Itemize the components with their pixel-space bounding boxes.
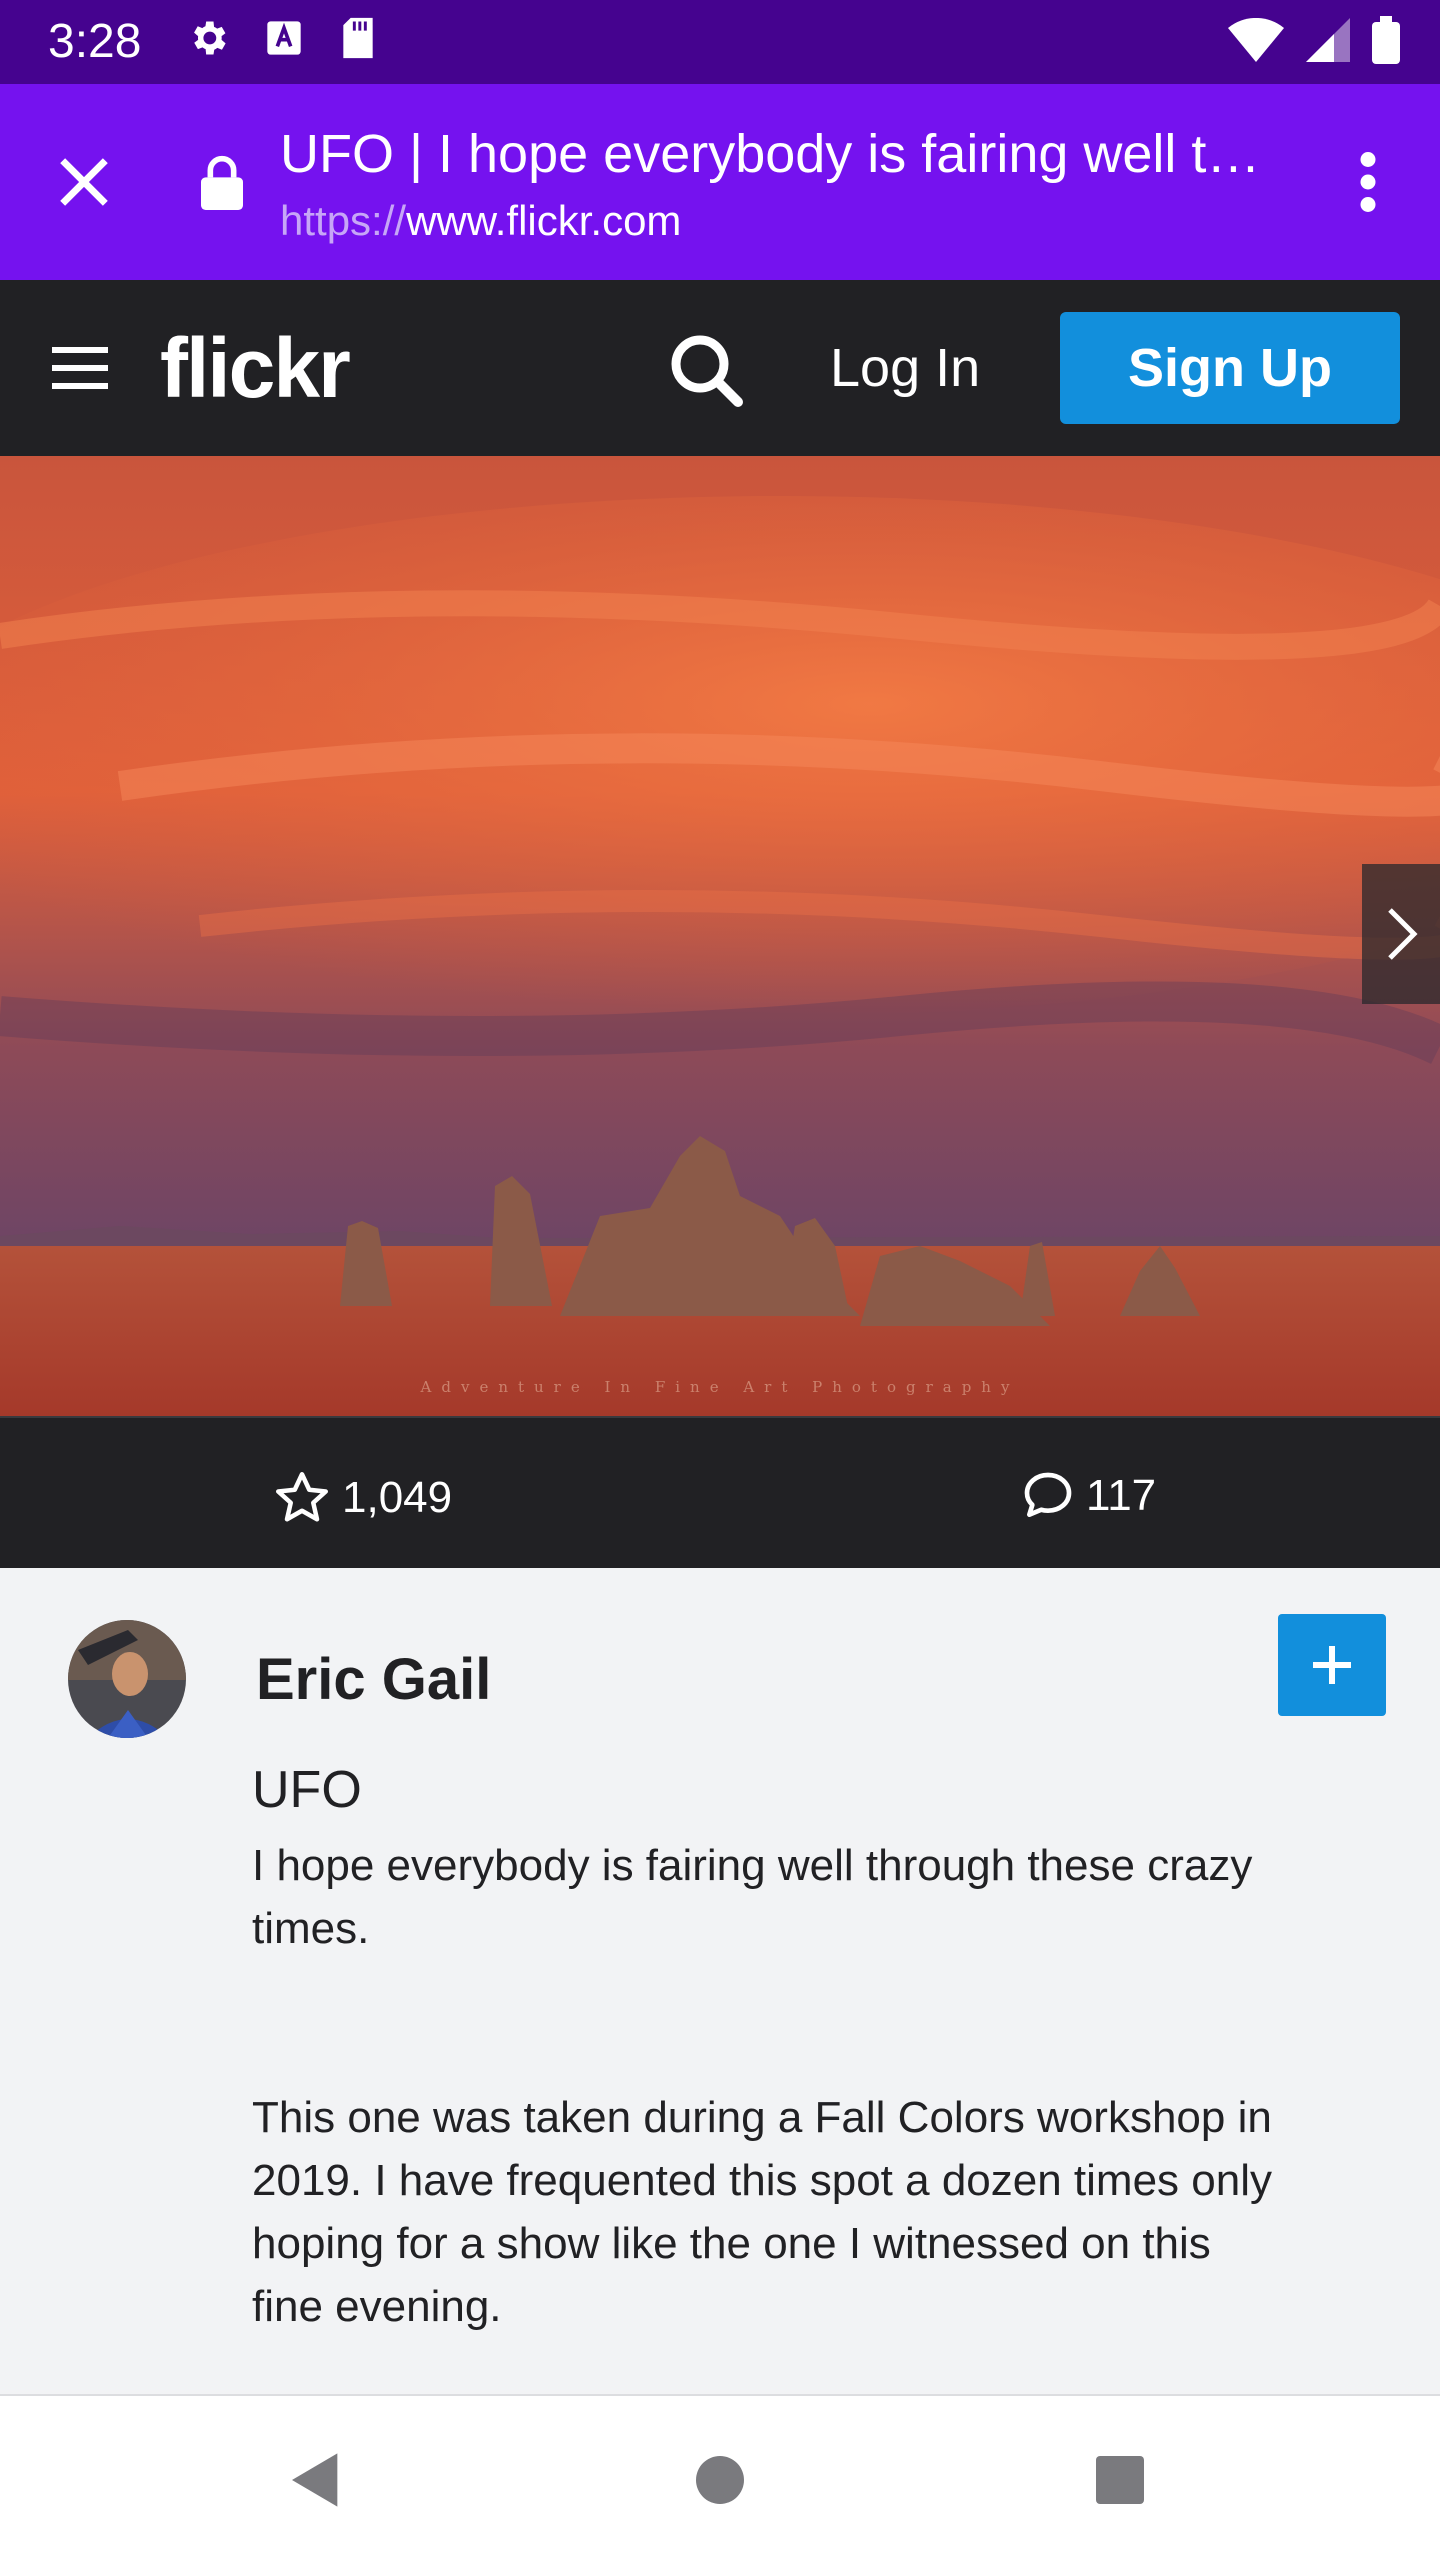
page-url: https://www.flickr.com xyxy=(280,196,681,246)
battery-icon xyxy=(1372,16,1400,64)
chevron-right-icon xyxy=(1388,908,1418,960)
flickr-logo[interactable]: flickr xyxy=(160,318,351,418)
status-icons-left xyxy=(186,16,378,60)
back-icon[interactable] xyxy=(284,2448,348,2512)
sd-card-icon xyxy=(343,17,373,59)
owner-name[interactable]: Eric Gail xyxy=(256,1646,491,1714)
description-paragraph: I hope everybody is fairing well through… xyxy=(252,1841,1253,1953)
a-icon xyxy=(267,21,301,55)
lock-icon xyxy=(201,155,243,210)
photo-info-section: Eric Gail UFO I hope everybody is fairin… xyxy=(0,1568,1440,2394)
hamburger-menu-icon[interactable] xyxy=(52,344,108,392)
status-time: 3:28 xyxy=(48,15,142,68)
description-paragraph: This one was taken during a Fall Colors … xyxy=(252,2093,1272,2331)
url-host: www.flickr.com xyxy=(406,197,682,244)
avatar[interactable] xyxy=(68,1620,186,1738)
faves-count: 1,049 xyxy=(342,1473,453,1522)
close-icon[interactable] xyxy=(52,150,116,214)
url-scheme: https:// xyxy=(280,197,407,244)
system-nav-bar xyxy=(0,2394,1440,2560)
page-title: UFO | I hope everybody is fairing well t… xyxy=(280,124,1261,184)
search-icon[interactable] xyxy=(666,330,746,410)
photo-description: I hope everybody is fairing well through… xyxy=(252,1834,1292,2464)
status-icons-right xyxy=(1228,16,1400,64)
photo-title: UFO xyxy=(252,1761,362,1819)
avatar-image xyxy=(68,1620,186,1738)
site-header: flickr Log In Sign Up xyxy=(0,280,1440,456)
photo-stats-bar: 1,049 117 xyxy=(0,1416,1440,1568)
comments-stat[interactable]: 117 xyxy=(1020,1468,1156,1524)
recents-icon[interactable] xyxy=(1088,2448,1152,2512)
photo-watermark: Adventure In Fine Art Photography xyxy=(420,1378,1020,1396)
plus-icon xyxy=(1313,1646,1351,1684)
follow-button[interactable] xyxy=(1278,1614,1386,1716)
custom-tab-bar: UFO | I hope everybody is fairing well t… xyxy=(0,84,1440,280)
photo-image: Adventure In Fine Art Photography xyxy=(0,456,1440,1416)
main-photo[interactable]: Adventure In Fine Art Photography xyxy=(0,456,1440,1416)
home-icon[interactable] xyxy=(688,2448,752,2512)
wifi-icon xyxy=(1228,18,1284,62)
gear-icon xyxy=(194,21,226,55)
signup-button[interactable]: Sign Up xyxy=(1060,312,1400,424)
comments-count: 117 xyxy=(1086,1471,1157,1520)
faves-stat[interactable]: 1,049 xyxy=(272,1468,452,1528)
signal-icon xyxy=(1306,18,1350,62)
status-bar: 3:28 xyxy=(0,0,1440,84)
next-photo-button[interactable] xyxy=(1362,864,1440,1004)
star-icon xyxy=(276,1472,328,1522)
login-link[interactable]: Log In xyxy=(830,334,980,402)
comment-icon xyxy=(1024,1472,1072,1517)
more-menu-icon[interactable] xyxy=(1358,150,1378,214)
